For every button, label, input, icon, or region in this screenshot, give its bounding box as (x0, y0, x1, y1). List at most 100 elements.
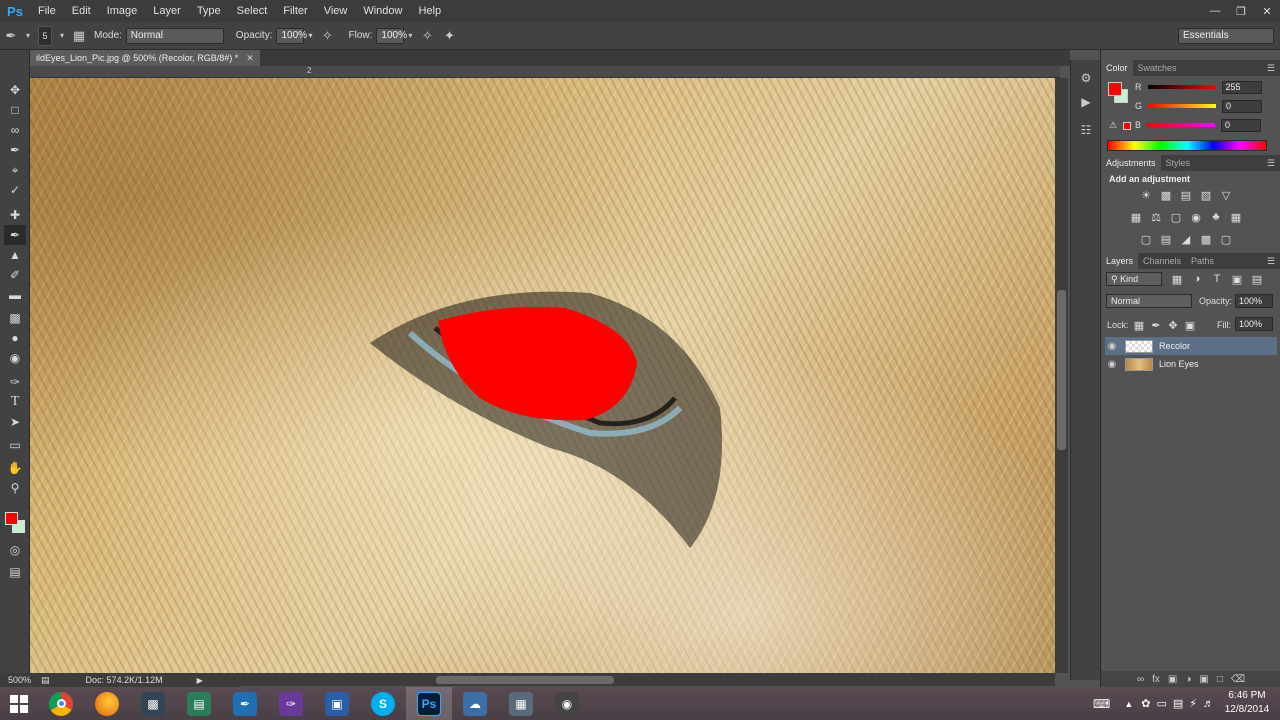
black-white-icon[interactable]: ▢ (1168, 209, 1184, 225)
zoom-level[interactable]: 500% (8, 675, 31, 685)
menu-layer[interactable]: Layer (145, 0, 189, 22)
notes-app-icon[interactable]: ▣ (314, 687, 360, 720)
new-group-icon[interactable]: ▣ (1199, 674, 1208, 685)
threshold-icon[interactable]: ◢ (1178, 231, 1194, 247)
brightness-contrast-icon[interactable]: ☀ (1138, 187, 1154, 203)
workspace-select[interactable]: Essentials (1178, 27, 1274, 44)
tray-monitor-icon[interactable]: ▭ (1156, 697, 1166, 710)
link-layers-icon[interactable]: ∞ (1137, 674, 1144, 685)
pen-tool-icon[interactable]: ✑ (4, 372, 26, 392)
tray-up-icon[interactable]: ▲ (1124, 699, 1133, 709)
brush-tool-icon[interactable]: ✒ (4, 225, 26, 245)
status-menu-arrow-icon[interactable]: ▶ (197, 676, 203, 685)
filter-pixel-icon[interactable]: ▦ (1169, 271, 1185, 287)
skype-icon[interactable]: S (360, 687, 406, 720)
layer-row-lion-eyes[interactable]: ◉ Lion Eyes (1105, 355, 1277, 373)
hand-tool-icon[interactable]: ✋ (4, 458, 26, 478)
layer-row-recolor[interactable]: ◉ Recolor (1105, 337, 1277, 355)
menu-select[interactable]: Select (229, 0, 276, 22)
photoshop-taskbar-icon[interactable]: Ps (406, 687, 452, 720)
panel-menu-icon[interactable]: ☰ (1267, 63, 1275, 74)
menu-edit[interactable]: Edit (64, 0, 99, 22)
blend-mode-select[interactable]: Normal (1106, 294, 1192, 308)
tray-app-icon[interactable]: ✿ (1141, 697, 1150, 710)
color-lookup-icon[interactable]: ▦ (1228, 209, 1244, 225)
posterize-icon[interactable]: ▤ (1158, 231, 1174, 247)
hue-saturation-icon[interactable]: ▦ (1128, 209, 1144, 225)
green-slider[interactable] (1148, 104, 1217, 108)
brush-size-preview[interactable]: 5 (38, 25, 52, 46)
type-tool-icon[interactable]: T (4, 392, 26, 412)
restore-icon[interactable]: ❐ (1228, 0, 1254, 22)
horizontal-scrollbar[interactable] (240, 673, 1055, 686)
media-app-icon[interactable]: ▩ (130, 687, 176, 720)
screen-mode-icon[interactable]: ▤ (4, 562, 26, 582)
crop-tool-icon[interactable]: ⌖ (4, 160, 26, 180)
blur-tool-icon[interactable]: ● (4, 328, 26, 348)
windows-start-icon[interactable] (0, 687, 38, 720)
add-mask-icon[interactable]: ▣ (1168, 674, 1177, 685)
history-brush-tool-icon[interactable]: ✐ (4, 265, 26, 285)
red-value[interactable]: 255 (1221, 80, 1262, 94)
menu-image[interactable]: Image (99, 0, 146, 22)
layer-style-icon[interactable]: fx (1152, 674, 1160, 685)
lock-position-icon[interactable]: ✥ (1165, 317, 1181, 333)
brush-panel-icon[interactable]: ▦ (68, 25, 90, 47)
healing-brush-tool-icon[interactable]: ✚ (4, 205, 26, 225)
calculator-icon[interactable]: ▦ (498, 687, 544, 720)
green-value[interactable]: 0 (1222, 99, 1263, 113)
curves-icon[interactable]: ▤ (1178, 187, 1194, 203)
path-select-tool-icon[interactable]: ➤ (4, 412, 26, 432)
firefox-icon[interactable] (84, 687, 130, 720)
tab-layers[interactable]: Layers (1101, 253, 1139, 269)
selective-color-icon[interactable]: ▢ (1218, 231, 1234, 247)
document-tab[interactable]: ildEyes_Lion_Pic.jpg @ 500% (Recolor, RG… (30, 50, 260, 66)
foreground-color-swatch[interactable] (5, 512, 18, 525)
pressure-opacity-icon[interactable]: ✧ (316, 25, 338, 47)
menu-window[interactable]: Window (355, 0, 410, 22)
history-icon[interactable]: ⚙ (1076, 68, 1096, 88)
new-adjustment-icon[interactable]: ◑ (1185, 674, 1191, 685)
channel-mixer-icon[interactable]: ♣ (1208, 209, 1224, 225)
export-icon[interactable]: ▤ (41, 675, 50, 686)
menu-filter[interactable]: Filter (275, 0, 315, 22)
red-slider[interactable] (1147, 85, 1216, 89)
menu-help[interactable]: Help (410, 0, 449, 22)
menu-view[interactable]: View (316, 0, 356, 22)
airbrush-icon[interactable]: ✧ (416, 25, 438, 47)
clone-stamp-tool-icon[interactable]: ▲ (4, 245, 26, 265)
delete-layer-icon[interactable]: ⌫ (1231, 674, 1245, 685)
layer-kind-filter[interactable]: ⚲ Kind (1106, 272, 1162, 286)
new-layer-icon[interactable]: □ (1217, 674, 1223, 685)
menu-file[interactable]: File (30, 0, 64, 22)
exposure-icon[interactable]: ▧ (1198, 187, 1214, 203)
invert-icon[interactable]: ▢ (1138, 231, 1154, 247)
lock-all-icon[interactable]: ▣ (1182, 317, 1198, 333)
eyedropper-tool-icon[interactable]: ✓ (4, 180, 26, 200)
keyboard-icon[interactable]: ⌨ (1093, 697, 1110, 711)
color-balance-icon[interactable]: ⚖ (1148, 209, 1164, 225)
volume-icon[interactable]: ♬ (1203, 698, 1214, 710)
pressure-size-icon[interactable]: ✦ (438, 25, 460, 47)
filter-smart-object-icon[interactable]: ▤ (1249, 271, 1265, 287)
color-foreground-swatch[interactable] (1108, 82, 1122, 96)
dodge-tool-icon[interactable]: ◉ (4, 348, 26, 368)
vertical-scroll-thumb[interactable] (1057, 290, 1066, 450)
marquee-tool-icon[interactable]: □ (4, 100, 26, 120)
close-icon[interactable]: ✕ (1254, 0, 1280, 22)
lock-pixels-icon[interactable]: ✒ (1148, 317, 1164, 333)
chevron-down-icon[interactable]: ▾ (404, 25, 416, 47)
gradient-map-icon[interactable]: ▩ (1198, 231, 1214, 247)
tray-display-icon[interactable]: ▤ (1173, 697, 1183, 710)
panel-menu-icon[interactable]: ☰ (1267, 158, 1275, 169)
tab-color[interactable]: Color (1101, 60, 1133, 76)
feather-app-icon[interactable]: ✑ (268, 687, 314, 720)
filter-shape-icon[interactable]: ▣ (1229, 271, 1245, 287)
vibrance-icon[interactable]: ▽ (1218, 187, 1234, 203)
horizontal-scroll-thumb[interactable] (436, 676, 614, 684)
lock-transparent-icon[interactable]: ▦ (1131, 317, 1147, 333)
draw-app-icon[interactable]: ✒ (222, 687, 268, 720)
web-safe-swatch[interactable] (1123, 122, 1131, 130)
camera-app-icon[interactable]: ◉ (544, 687, 590, 720)
eye-icon[interactable]: ◉ (1105, 341, 1119, 352)
